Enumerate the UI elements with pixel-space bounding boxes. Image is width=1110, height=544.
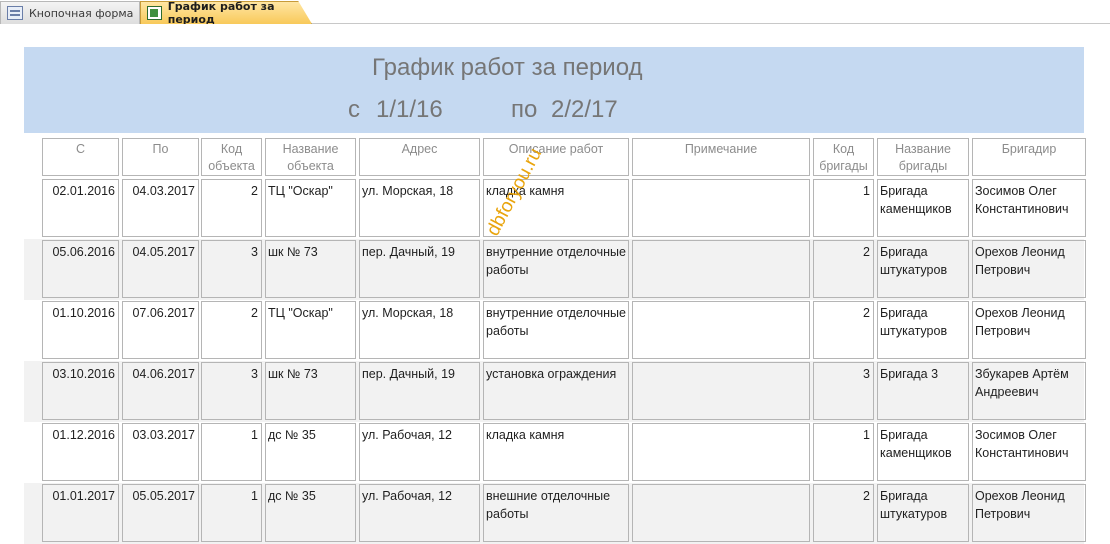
cell-brigade-code: 3 <box>813 362 874 420</box>
column-header-foreman: Бригадир <box>972 138 1086 176</box>
tab-work-schedule-report[interactable]: График работ за период <box>140 1 312 24</box>
column-header-description: Описание работ <box>483 138 629 176</box>
cell-start-date: 05.06.2016 <box>42 240 119 298</box>
cell-brigade-code: 2 <box>813 301 874 359</box>
cell-foreman: Зосимов Олег Константинович <box>972 179 1086 237</box>
cell-foreman: Орехов Леонид Петрович <box>972 484 1086 542</box>
cell-foreman: Зосимов Олег Константинович <box>972 423 1086 481</box>
cell-start-date: 02.01.2016 <box>42 179 119 237</box>
date-from-label: с <box>348 96 360 123</box>
cell-object-code: 1 <box>201 423 262 481</box>
cell-brigade-name: Бригада штукатуров <box>877 240 969 298</box>
cell-foreman: Збукарев Артём Андреевич <box>972 362 1086 420</box>
cell-brigade-name: Бригада 3 <box>877 362 969 420</box>
cell-foreman: Орехов Леонид Петрович <box>972 240 1086 298</box>
report-icon <box>147 6 162 20</box>
cell-object-code: 2 <box>201 301 262 359</box>
cell-note <box>632 423 810 481</box>
cell-address: ул. Морская, 18 <box>359 301 480 359</box>
column-header-address: Адрес <box>359 138 480 176</box>
cell-address: ул. Рабочая, 12 <box>359 423 480 481</box>
cell-address: ул. Рабочая, 12 <box>359 484 480 542</box>
cell-brigade-code: 1 <box>813 423 874 481</box>
column-header-brigade-code: Код бригады <box>813 138 874 176</box>
cell-brigade-name: Бригада каменщиков <box>877 423 969 481</box>
cell-object-name: ТЦ "Оскар" <box>265 179 356 237</box>
cell-description: внешние отделочные работы <box>483 484 629 542</box>
form-icon <box>7 6 23 20</box>
column-header-object-code: Код объекта <box>201 138 262 176</box>
cell-object-code: 3 <box>201 240 262 298</box>
cell-address: пер. Дачный, 19 <box>359 240 480 298</box>
column-header-start: С <box>42 138 119 176</box>
cell-object-code: 3 <box>201 362 262 420</box>
cell-end-date: 04.05.2017 <box>122 240 199 298</box>
table-row[interactable]: 01.01.2017 05.05.2017 1 дс № 35 ул. Рабочая,… <box>24 483 1086 544</box>
date-from-value: 1/1/16 <box>376 96 443 123</box>
cell-object-name: шк № 73 <box>265 240 356 298</box>
cell-address: ул. Морская, 18 <box>359 179 480 237</box>
cell-note <box>632 484 810 542</box>
cell-brigade-name: Бригада штукатуров <box>877 301 969 359</box>
document-tab-strip: Кнопочная форма График работ за период <box>0 0 1110 24</box>
cell-object-name: дс № 35 <box>265 484 356 542</box>
column-header-brigade-name: Название бригады <box>877 138 969 176</box>
tab-label: График работ за период <box>167 0 275 26</box>
table-row[interactable]: 01.10.2016 07.06.2017 2 ТЦ "Оскар" ул. Морск… <box>24 300 1086 361</box>
cell-end-date: 07.06.2017 <box>122 301 199 359</box>
table-row[interactable]: 03.10.2016 04.06.2017 3 шк № 73 пер. Дачный,… <box>24 361 1086 422</box>
cell-description: внутренние отделочные работы <box>483 240 629 298</box>
cell-description: внутренние отделочные работы <box>483 301 629 359</box>
table-row[interactable]: 02.01.2016 04.03.2017 2 ТЦ "Оскар" ул. Морск… <box>24 178 1086 239</box>
report-title: График работ за период <box>372 54 643 81</box>
cell-brigade-name: Бригада штукатуров <box>877 484 969 542</box>
cell-end-date: 04.06.2017 <box>122 362 199 420</box>
cell-brigade-name: Бригада каменщиков <box>877 179 969 237</box>
cell-object-name: ТЦ "Оскар" <box>265 301 356 359</box>
cell-start-date: 01.10.2016 <box>42 301 119 359</box>
cell-note <box>632 301 810 359</box>
cell-note <box>632 179 810 237</box>
cell-note <box>632 362 810 420</box>
cell-start-date: 01.12.2016 <box>42 423 119 481</box>
cell-foreman: Орехов Леонид Петрович <box>972 301 1086 359</box>
cell-end-date: 04.03.2017 <box>122 179 199 237</box>
cell-brigade-code: 2 <box>813 240 874 298</box>
cell-description: кладка камня <box>483 423 629 481</box>
date-to-label: по <box>511 96 538 123</box>
table-row[interactable]: 01.12.2016 03.03.2017 1 дс № 35 ул. Рабочая,… <box>24 422 1086 483</box>
tab-label: Кнопочная форма <box>29 6 134 20</box>
cell-brigade-code: 1 <box>813 179 874 237</box>
cell-note <box>632 240 810 298</box>
cell-description: установка ограждения <box>483 362 629 420</box>
cell-object-name: шк № 73 <box>265 362 356 420</box>
table-row[interactable]: 05.06.2016 04.05.2017 3 шк № 73 пер. Дачный,… <box>24 239 1086 300</box>
column-header-object-name: Название объекта <box>265 138 356 176</box>
cell-object-name: дс № 35 <box>265 423 356 481</box>
column-header-note: Примечание <box>632 138 810 176</box>
tab-switchboard-form[interactable]: Кнопочная форма <box>0 1 140 24</box>
cell-end-date: 03.03.2017 <box>122 423 199 481</box>
cell-start-date: 01.01.2017 <box>42 484 119 542</box>
column-header-end: По <box>122 138 199 176</box>
cell-start-date: 03.10.2016 <box>42 362 119 420</box>
cell-end-date: 05.05.2017 <box>122 484 199 542</box>
date-to-value: 2/2/17 <box>551 96 618 123</box>
cell-address: пер. Дачный, 19 <box>359 362 480 420</box>
cell-object-code: 2 <box>201 179 262 237</box>
cell-brigade-code: 2 <box>813 484 874 542</box>
cell-object-code: 1 <box>201 484 262 542</box>
